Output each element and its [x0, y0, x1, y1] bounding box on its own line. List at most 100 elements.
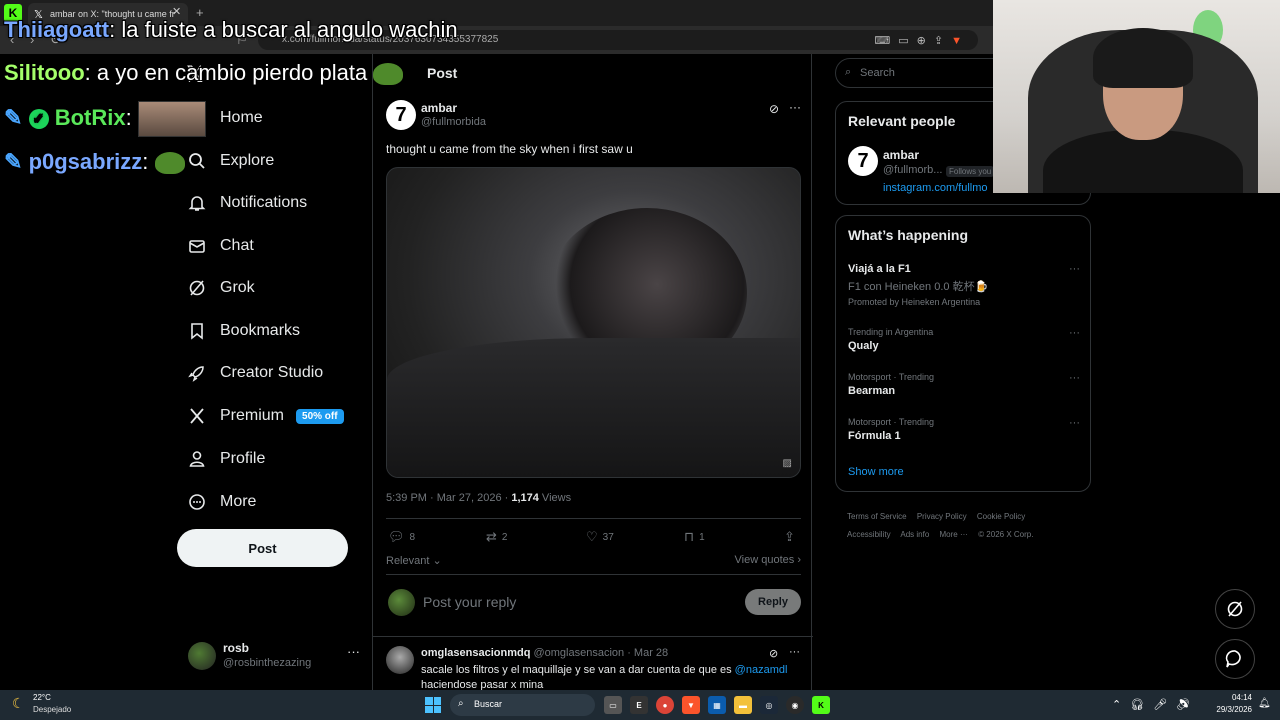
- author-handle[interactable]: @fullmorbida: [421, 116, 486, 128]
- brave-icon[interactable]: ▼: [682, 696, 700, 714]
- more-dots-icon[interactable]: ···: [1069, 263, 1080, 275]
- footer-link[interactable]: Ads info: [900, 530, 929, 539]
- footer-link[interactable]: Accessibility: [847, 530, 891, 539]
- search-icon: ⌕: [458, 698, 464, 709]
- view-quotes-link[interactable]: View quotes ›: [735, 554, 801, 566]
- comment-avatar[interactable]: [386, 646, 414, 674]
- steam-icon[interactable]: ◎: [760, 696, 778, 714]
- task-view-icon[interactable]: ▭: [604, 696, 622, 714]
- chat-username: Thiiagoatt: [4, 17, 110, 42]
- account-switcher[interactable]: rosb @rosbinthezazing ···: [188, 640, 360, 676]
- reply-button[interactable]: Reply: [745, 589, 801, 615]
- chat-text: la fuiste a buscar al angulo wachin: [115, 17, 458, 42]
- pepe-emote-icon: [373, 63, 404, 86]
- kick-icon[interactable]: K: [812, 696, 830, 714]
- post-image[interactable]: ▨: [386, 167, 801, 478]
- nav-grok[interactable]: Grok: [186, 270, 255, 306]
- brave-shield-icon[interactable]: ▼: [951, 35, 970, 47]
- weather-text: Despejado: [33, 705, 72, 714]
- epic-games-icon[interactable]: E: [630, 696, 648, 714]
- clock-time: 04:14: [1231, 693, 1252, 702]
- comment-text: sacale los filtros y el maquillaje y se …: [421, 663, 801, 693]
- comment-handle[interactable]: @omglasensacion: [533, 647, 624, 659]
- chat-message: ✎ ✓ BotRix:: [4, 101, 206, 137]
- messages-fab[interactable]: [1215, 639, 1255, 679]
- trend-item[interactable]: Viajá a la F1 F1 con Heineken 0.0 乾杯🍺 Pr…: [848, 263, 1080, 307]
- nav-profile[interactable]: Profile: [186, 441, 265, 477]
- account-handle: @rosbinthezazing: [223, 657, 312, 669]
- search-icon: [186, 150, 208, 172]
- mention-link[interactable]: @nazamdl: [735, 664, 788, 676]
- chrome-icon[interactable]: ●: [656, 696, 674, 714]
- nav-bookmarks[interactable]: Bookmarks: [186, 313, 300, 349]
- footer-link[interactable]: Terms of Service: [847, 512, 907, 521]
- trend-title: Qualy: [848, 340, 879, 352]
- more-dots-icon[interactable]: ···: [1069, 417, 1080, 429]
- like-action[interactable]: ♡ 37: [586, 529, 614, 545]
- trend-item[interactable]: Trending in Argentina Qualy ···: [848, 327, 1080, 352]
- pepe-emote-icon: [154, 152, 185, 175]
- more-dots-icon[interactable]: ···: [347, 644, 360, 659]
- repost-action[interactable]: ⇄ 2: [486, 529, 507, 545]
- wrench-badge-icon: ✎: [4, 149, 23, 174]
- bookmark-action[interactable]: ⊓ 1: [684, 529, 705, 545]
- reply-sort-row: Relevant ⌄ View quotes ›: [386, 554, 801, 567]
- comment-author[interactable]: omglasensacionmdq: [421, 647, 530, 659]
- more-dots-icon[interactable]: ···: [1069, 372, 1080, 384]
- nav-explore[interactable]: Explore: [186, 143, 274, 179]
- nav-premium[interactable]: Premium 50% off: [186, 398, 344, 434]
- repost-count: 2: [501, 531, 508, 543]
- reply-action[interactable]: 💬︎ 8: [388, 529, 415, 545]
- trend-item[interactable]: Motorsport · Trending Fórmula 1 ···: [848, 417, 1080, 442]
- image-edit-icon[interactable]: ▨: [783, 458, 792, 469]
- chat-username: BotRix: [54, 104, 126, 130]
- whats-happening-card: What’s happening Viajá a la F1 F1 con He…: [835, 215, 1091, 492]
- heart-icon: ♡: [586, 529, 598, 544]
- author-avatar[interactable]: 7: [386, 100, 416, 130]
- folder-icon[interactable]: ▬: [734, 696, 752, 714]
- system-tray-icons[interactable]: ⌃🎧︎🎤︎🔊︎: [1112, 698, 1199, 711]
- notification-bell-icon[interactable]: 🔔︎: [1258, 698, 1271, 709]
- grok-fab[interactable]: [1215, 589, 1255, 629]
- bio-link[interactable]: instagram.com/fullmo: [883, 182, 988, 194]
- trend-item[interactable]: Motorsport · Trending Bearman ···: [848, 372, 1080, 397]
- store-icon[interactable]: ▦: [708, 696, 726, 714]
- sort-dropdown[interactable]: Relevant ⌄: [386, 555, 442, 567]
- account-name: rosb: [223, 641, 250, 655]
- reply-input[interactable]: Post your reply: [423, 594, 516, 610]
- post-button[interactable]: Post: [177, 529, 348, 567]
- trend-title: Viajá a la F1: [848, 263, 911, 275]
- main-column: ← Post 7 ambar @fullmorbida ⊘ ··· though…: [372, 54, 813, 693]
- more-dots-icon[interactable]: ···: [1069, 327, 1080, 339]
- nav-notifications[interactable]: Notifications: [186, 185, 307, 221]
- chat-message: ✎ p0gsabrizz:: [4, 149, 185, 175]
- footer-link[interactable]: Privacy Policy: [917, 512, 967, 521]
- show-more-link[interactable]: Show more: [848, 466, 904, 478]
- person-name[interactable]: ambar: [883, 148, 919, 162]
- grok-icon[interactable]: ⊘: [769, 102, 779, 116]
- share-action[interactable]: ⇪: [784, 529, 795, 545]
- nav-creator-studio[interactable]: Creator Studio: [186, 355, 323, 391]
- taskbar-apps: ▭ E ● ▼ ▦ ▬ ◎ ◉ K: [604, 696, 830, 714]
- obs-icon[interactable]: ◉: [786, 696, 804, 714]
- moon-weather-icon[interactable]: ☾: [12, 695, 25, 712]
- nav-label: Bookmarks: [220, 322, 301, 339]
- bookmark-icon: [186, 320, 208, 342]
- more-dots-icon[interactable]: ···: [789, 100, 801, 114]
- search-icon: ⌕: [845, 66, 852, 78]
- windows-start-icon[interactable]: [425, 697, 441, 713]
- url-toolbar-icons[interactable]: ⌨▭⊕⇪▼: [874, 34, 970, 47]
- avatar[interactable]: 7: [848, 146, 878, 176]
- nav-chat[interactable]: Chat: [186, 228, 254, 264]
- footer-link[interactable]: Cookie Policy: [977, 512, 1025, 521]
- more-dots-icon[interactable]: ···: [789, 646, 800, 658]
- view-count: 1,174: [511, 492, 539, 504]
- taskbar-search[interactable]: ⌕ Buscar: [450, 694, 595, 716]
- grok-icon[interactable]: ⊘: [769, 647, 778, 660]
- divider: [386, 574, 801, 575]
- footer-link[interactable]: More ···: [940, 530, 968, 539]
- person-handle[interactable]: @fullmorb...: [883, 164, 942, 176]
- wrench-badge-icon: ✎: [4, 104, 23, 130]
- nav-more[interactable]: More: [186, 484, 256, 520]
- author-name[interactable]: ambar: [421, 101, 457, 115]
